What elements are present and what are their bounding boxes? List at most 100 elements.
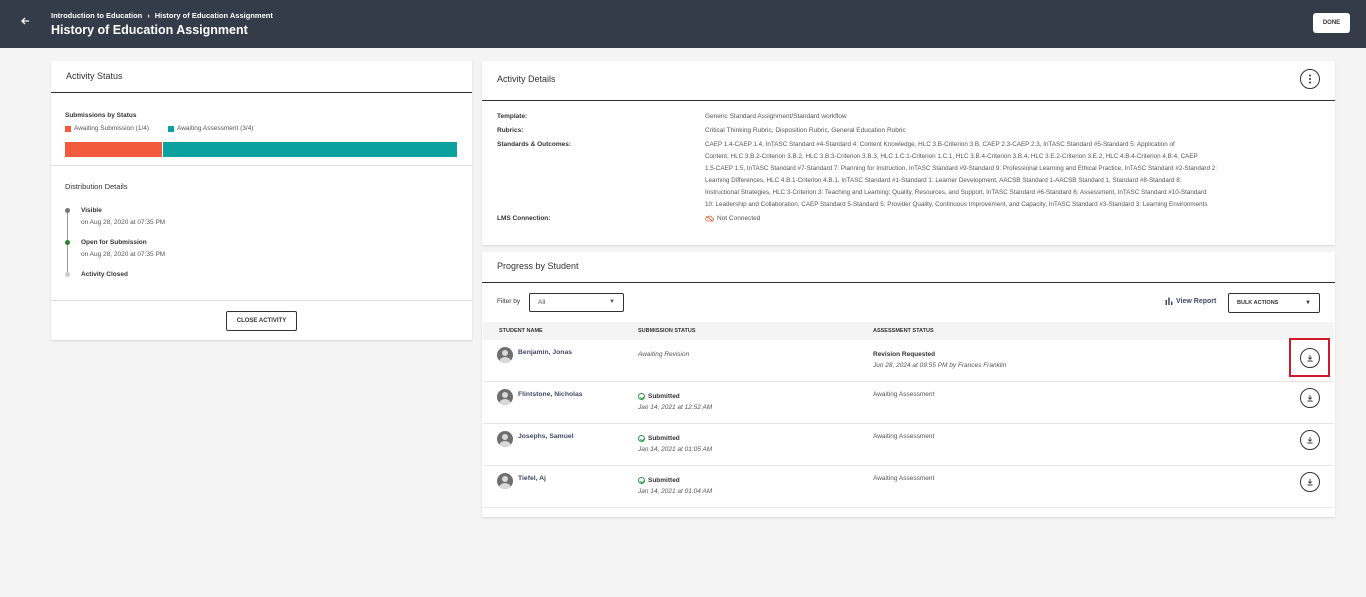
divider xyxy=(482,282,1335,283)
column-header-student[interactable]: STUDENT NAME xyxy=(499,328,543,334)
column-header-assessment[interactable]: ASSESSMENT STATUS xyxy=(873,328,934,334)
close-activity-button[interactable]: CLOSE ACTIVITY xyxy=(226,311,297,331)
avatar xyxy=(497,389,513,405)
standards-line: 1.5-CAEP 1.5, InTASC Standard #7-Standar… xyxy=(705,165,1217,172)
table-row: Flintstone, Nicholas Submitted Jan 14, 2… xyxy=(483,382,1334,424)
standards-line: Instructional Strategies, HLC 3-Criterio… xyxy=(705,189,1207,196)
assessment-date: Jun 28, 2024 at 09:55 PM by Frances Fran… xyxy=(873,362,1007,369)
distribution-details-title: Distribution Details xyxy=(65,182,128,191)
timeline-date: on Aug 28, 2020 at 07:35 PM xyxy=(81,219,166,226)
timeline-dot-closed xyxy=(65,272,70,277)
lms-connection-label: LMS Connection: xyxy=(497,215,551,222)
download-button[interactable] xyxy=(1300,472,1320,492)
legend-label: Awaiting Submission (1/4) xyxy=(74,125,150,132)
view-report-label: View Report xyxy=(1176,297,1217,305)
check-circle-icon xyxy=(638,393,645,400)
divider xyxy=(51,300,472,301)
activity-status-card xyxy=(51,61,472,340)
student-name[interactable]: Tiefel, Aj xyxy=(518,475,546,482)
check-circle-icon xyxy=(638,435,645,442)
template-value: Generic Standard Assignment/Standard wor… xyxy=(705,113,847,120)
progress-title: Progress by Student xyxy=(497,261,579,271)
submission-status: Submitted xyxy=(638,477,680,484)
table-header: STUDENT NAME SUBMISSION STATUS ASSESSMEN… xyxy=(483,322,1334,340)
more-vertical-icon xyxy=(1309,74,1311,84)
filter-value: All xyxy=(538,299,546,306)
back-button[interactable] xyxy=(20,15,34,29)
legend-label: Awaiting Assessment (3/4) xyxy=(177,125,254,132)
cloud-off-icon xyxy=(705,215,714,222)
assessment-status: Awaiting Assessment xyxy=(873,475,935,482)
breadcrumb-course[interactable]: Introduction to Education xyxy=(51,11,142,20)
status-bar-awaiting-submission xyxy=(65,142,162,157)
submission-status: Submitted xyxy=(638,435,680,442)
timeline-title: Open for Submission xyxy=(81,239,147,246)
assessment-status: Revision Requested xyxy=(873,351,936,358)
student-name[interactable]: Benjamin, Jonas xyxy=(518,349,572,356)
submission-date: Jan 14, 2021 at 01:05 AM xyxy=(638,446,713,453)
swatch-awaiting-assessment xyxy=(168,125,174,132)
highlight-box xyxy=(1289,338,1330,377)
download-button[interactable] xyxy=(1300,388,1320,408)
submission-status-label: Submitted xyxy=(648,393,680,400)
timeline-title: Activity Closed xyxy=(81,271,128,278)
standards-line: 10: Leadership and Collaboration, CAEP S… xyxy=(705,201,1208,208)
activity-details-title: Activity Details xyxy=(497,74,556,84)
filter-select[interactable]: All ▼ xyxy=(529,293,624,312)
student-name[interactable]: Josephs, Samuel xyxy=(518,433,574,440)
view-report-link[interactable]: View Report xyxy=(1165,297,1216,305)
rubrics-value: Critical Thinking Rubric, Disposition Ru… xyxy=(705,127,906,134)
table-row: Tiefel, Aj Submitted Jan 14, 2021 at 01:… xyxy=(483,466,1334,508)
download-button[interactable] xyxy=(1300,430,1320,450)
table-row: Benjamin, Jonas Awaiting Revision Revisi… xyxy=(483,340,1334,382)
lms-connection-status: Not Connected xyxy=(717,215,761,222)
timeline-title: Visible xyxy=(81,207,102,214)
legend-awaiting-submission: Awaiting Submission (1/4) xyxy=(65,125,149,132)
breadcrumb: Introduction to Education › History of Edu… xyxy=(51,11,273,20)
avatar xyxy=(497,431,513,447)
submission-status-label: Submitted xyxy=(648,477,680,484)
standards-line: Learning Differences, HLC 4.B.1-Criterio… xyxy=(705,177,1182,184)
rubrics-label: Rubrics: xyxy=(497,127,524,134)
arrow-left-icon xyxy=(21,17,29,25)
activity-status-title: Activity Status xyxy=(66,71,123,81)
download-icon xyxy=(1307,437,1313,444)
assessment-status: Awaiting Assessment xyxy=(873,391,935,398)
filter-label: Filter by xyxy=(497,298,521,305)
submission-status: Awaiting Revision xyxy=(638,351,690,358)
submission-status: Submitted xyxy=(638,393,680,400)
avatar xyxy=(497,347,513,363)
download-icon xyxy=(1307,479,1313,486)
divider xyxy=(482,100,1335,101)
swatch-awaiting-submission xyxy=(65,125,71,132)
standards-line: CAEP 1.4-CAEP 1.4, InTASC Standard #4-St… xyxy=(705,141,1175,148)
chevron-down-icon: ▼ xyxy=(609,299,615,305)
timeline-date: on Aug 28, 2020 at 07:35 PM xyxy=(81,251,166,258)
legend-awaiting-assessment: Awaiting Assessment (3/4) xyxy=(168,125,253,132)
chevron-down-icon: ▼ xyxy=(1305,300,1311,306)
check-circle-icon xyxy=(638,477,645,484)
status-bar-awaiting-assessment xyxy=(163,142,457,157)
divider xyxy=(51,165,472,166)
submissions-by-status-label: Submissions by Status xyxy=(65,112,137,119)
page-title: History of Education Assignment xyxy=(51,23,248,37)
timeline-dot-visible xyxy=(65,208,70,213)
divider xyxy=(51,92,472,93)
bulk-actions-button[interactable]: BULK ACTIONS ▼ xyxy=(1228,293,1320,313)
more-options-button[interactable] xyxy=(1300,69,1320,89)
template-label: Template: xyxy=(497,113,528,120)
student-name[interactable]: Flintstone, Nicholas xyxy=(518,391,583,398)
breadcrumb-assignment[interactable]: History of Education Assignment xyxy=(155,11,273,20)
assessment-status: Awaiting Assessment xyxy=(873,433,935,440)
submission-status-label: Submitted xyxy=(648,435,680,442)
done-button[interactable]: DONE xyxy=(1313,13,1350,33)
submission-date: Jan 14, 2021 at 01:04 AM xyxy=(638,488,713,495)
avatar xyxy=(497,473,513,489)
standards-line: Content, HLC 3.B.2-Criterion 3.B.2, HLC … xyxy=(705,153,1198,160)
table-row: Josephs, Samuel Submitted Jan 14, 2021 a… xyxy=(483,424,1334,466)
breadcrumb-separator: › xyxy=(147,11,150,20)
bar-chart-icon xyxy=(1165,297,1173,305)
timeline-dot-open xyxy=(65,240,70,245)
column-header-submission[interactable]: SUBMISSION STATUS xyxy=(638,328,696,334)
standards-label: Standards & Outcomes: xyxy=(497,141,572,148)
